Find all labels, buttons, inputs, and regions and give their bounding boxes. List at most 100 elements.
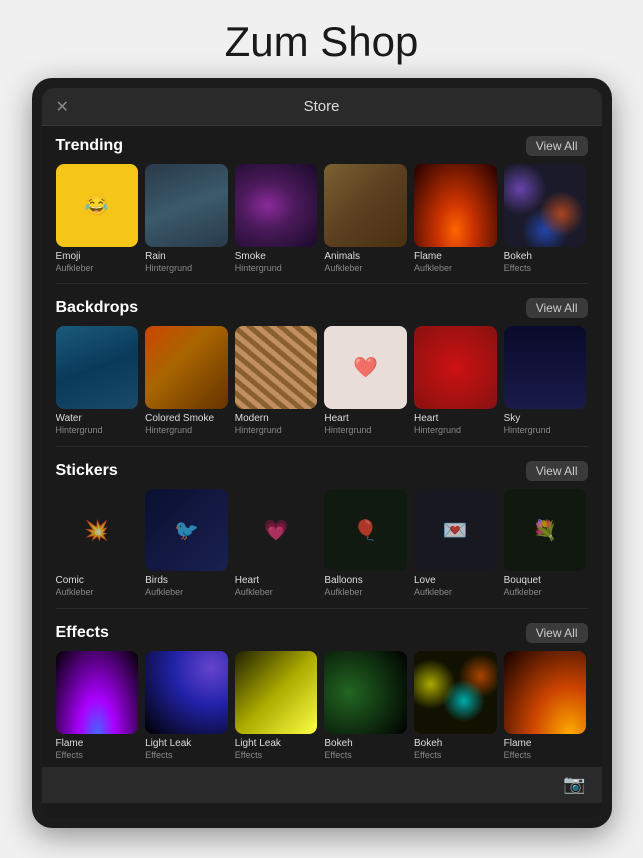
section-backdrops: BackdropsView AllWaterHintergrundColored… (42, 288, 602, 441)
item-thumb-stickers-5: 💐 (504, 489, 587, 572)
divider-2 (56, 608, 588, 609)
item-thumb-backdrops-2 (235, 326, 318, 409)
item-icon-stickers-4: 💌 (414, 489, 497, 572)
item-card-effects-2[interactable]: Light LeakEffects (235, 651, 318, 760)
section-title-effects: Effects (56, 624, 109, 642)
items-row-effects: FlameEffectsLight LeakEffectsLight LeakE… (56, 651, 588, 760)
store-title: Store (304, 98, 340, 115)
item-card-stickers-0[interactable]: 💥ComicAufkleber (56, 489, 139, 598)
item-card-backdrops-1[interactable]: Colored SmokeHintergrund (145, 326, 228, 435)
item-card-trending-0[interactable]: 😂EmojiAufkleber (56, 164, 139, 273)
item-card-stickers-4[interactable]: 💌LoveAufkleber (414, 489, 497, 598)
item-name-trending-0: Emoji (56, 251, 139, 263)
item-thumb-trending-5 (504, 164, 587, 247)
item-name-stickers-4: Love (414, 575, 497, 587)
item-thumb-stickers-0: 💥 (56, 489, 139, 572)
item-card-backdrops-5[interactable]: SkyHintergrund (504, 326, 587, 435)
item-card-backdrops-4[interactable]: HeartHintergrund (414, 326, 497, 435)
view-all-stickers[interactable]: View All (526, 461, 588, 481)
item-card-backdrops-3[interactable]: ❤️HeartHintergrund (324, 326, 407, 435)
item-sub-stickers-1: Aufkleber (145, 587, 228, 598)
camera-bar: 📷 (42, 767, 602, 803)
item-icon-backdrops-3: ❤️ (324, 326, 407, 409)
item-name-stickers-5: Bouquet (504, 575, 587, 587)
item-card-backdrops-0[interactable]: WaterHintergrund (56, 326, 139, 435)
tablet-screen[interactable]: ✕ Store Trending View All 😂EmojiAufkleberR… (42, 88, 602, 818)
item-sub-backdrops-0: Hintergrund (56, 425, 139, 436)
item-thumb-effects-2 (235, 651, 318, 734)
item-card-effects-4[interactable]: BokehEffects (414, 651, 497, 760)
item-name-stickers-2: Heart (235, 575, 318, 587)
item-thumb-trending-2 (235, 164, 318, 247)
item-card-stickers-3[interactable]: 🎈BalloonsAufkleber (324, 489, 407, 598)
item-card-trending-3[interactable]: AnimalsAufkleber (324, 164, 407, 273)
item-sub-trending-1: Hintergrund (145, 263, 228, 274)
item-thumb-backdrops-5 (504, 326, 587, 409)
item-thumb-trending-1 (145, 164, 228, 247)
item-icon-stickers-1: 🐦 (145, 489, 228, 572)
item-card-stickers-2[interactable]: 💗 HeartAufkleber (235, 489, 318, 598)
item-card-trending-4[interactable]: FlameAufkleber (414, 164, 497, 273)
item-icon-stickers-0: 💥 (56, 489, 139, 572)
item-sub-effects-3: Effects (324, 750, 407, 761)
divider-0 (56, 283, 588, 284)
item-thumb-stickers-1: 🐦 (145, 489, 228, 572)
section-effects: EffectsView AllFlameEffectsLight LeakEff… (42, 613, 602, 766)
page-title: Zum Shop (0, 0, 643, 78)
item-card-effects-1[interactable]: Light LeakEffects (145, 651, 228, 760)
item-name-trending-2: Smoke (235, 251, 318, 263)
view-all-trending[interactable]: View All (526, 136, 588, 156)
item-card-stickers-1[interactable]: 🐦BirdsAufkleber (145, 489, 228, 598)
section-title-stickers: Stickers (56, 462, 118, 480)
item-name-effects-5: Flame (504, 738, 587, 750)
item-card-trending-5[interactable]: BokehEffects (504, 164, 587, 273)
item-sub-backdrops-3: Hintergrund (324, 425, 407, 436)
view-all-effects[interactable]: View All (526, 623, 588, 643)
section-header-trending: Trending View All (56, 136, 588, 156)
item-name-backdrops-0: Water (56, 413, 139, 425)
item-name-effects-2: Light Leak (235, 738, 318, 750)
item-sub-stickers-2: Aufkleber (235, 587, 318, 598)
item-sub-effects-4: Effects (414, 750, 497, 761)
items-row-trending: 😂EmojiAufkleberRainHintergrundSmokeHinte… (56, 164, 588, 273)
item-name-effects-1: Light Leak (145, 738, 228, 750)
item-card-effects-0[interactable]: FlameEffects (56, 651, 139, 760)
item-sub-effects-2: Effects (235, 750, 318, 761)
item-name-trending-5: Bokeh (504, 251, 587, 263)
item-name-backdrops-2: Modern (235, 413, 318, 425)
item-card-effects-3[interactable]: BokehEffects (324, 651, 407, 760)
item-name-effects-3: Bokeh (324, 738, 407, 750)
item-name-effects-0: Flame (56, 738, 139, 750)
item-sub-trending-3: Aufkleber (324, 263, 407, 274)
item-sub-trending-4: Aufkleber (414, 263, 497, 274)
item-thumb-stickers-3: 🎈 (324, 489, 407, 572)
section-title-backdrops: Backdrops (56, 299, 139, 317)
item-sub-effects-5: Effects (504, 750, 587, 761)
item-card-trending-1[interactable]: RainHintergrund (145, 164, 228, 273)
item-sub-trending-0: Aufkleber (56, 263, 139, 274)
item-icon-stickers-3: 🎈 (324, 489, 407, 572)
item-sub-backdrops-5: Hintergrund (504, 425, 587, 436)
close-button[interactable]: ✕ (56, 97, 69, 117)
item-name-effects-4: Bokeh (414, 738, 497, 750)
item-card-backdrops-2[interactable]: ModernHintergrund (235, 326, 318, 435)
item-thumb-stickers-2: 💗 (235, 489, 318, 572)
store-header: ✕ Store (42, 88, 602, 126)
item-card-effects-5[interactable]: FlameEffects (504, 651, 587, 760)
section-title-trending: Trending (56, 137, 124, 155)
item-thumb-effects-5 (504, 651, 587, 734)
item-thumb-effects-4 (414, 651, 497, 734)
item-card-stickers-5[interactable]: 💐BouquetAufkleber (504, 489, 587, 598)
items-row-backdrops: WaterHintergrundColored SmokeHintergrund… (56, 326, 588, 435)
item-thumb-backdrops-1 (145, 326, 228, 409)
item-icon-stickers-2: 💗 (235, 489, 318, 572)
item-thumb-trending-4 (414, 164, 497, 247)
item-thumb-effects-3 (324, 651, 407, 734)
item-thumb-backdrops-3: ❤️ (324, 326, 407, 409)
item-card-trending-2[interactable]: SmokeHintergrund (235, 164, 318, 273)
item-sub-backdrops-2: Hintergrund (235, 425, 318, 436)
view-all-backdrops[interactable]: View All (526, 298, 588, 318)
section-header-effects: Effects View All (56, 623, 588, 643)
item-sub-stickers-0: Aufkleber (56, 587, 139, 598)
item-name-trending-3: Animals (324, 251, 407, 263)
